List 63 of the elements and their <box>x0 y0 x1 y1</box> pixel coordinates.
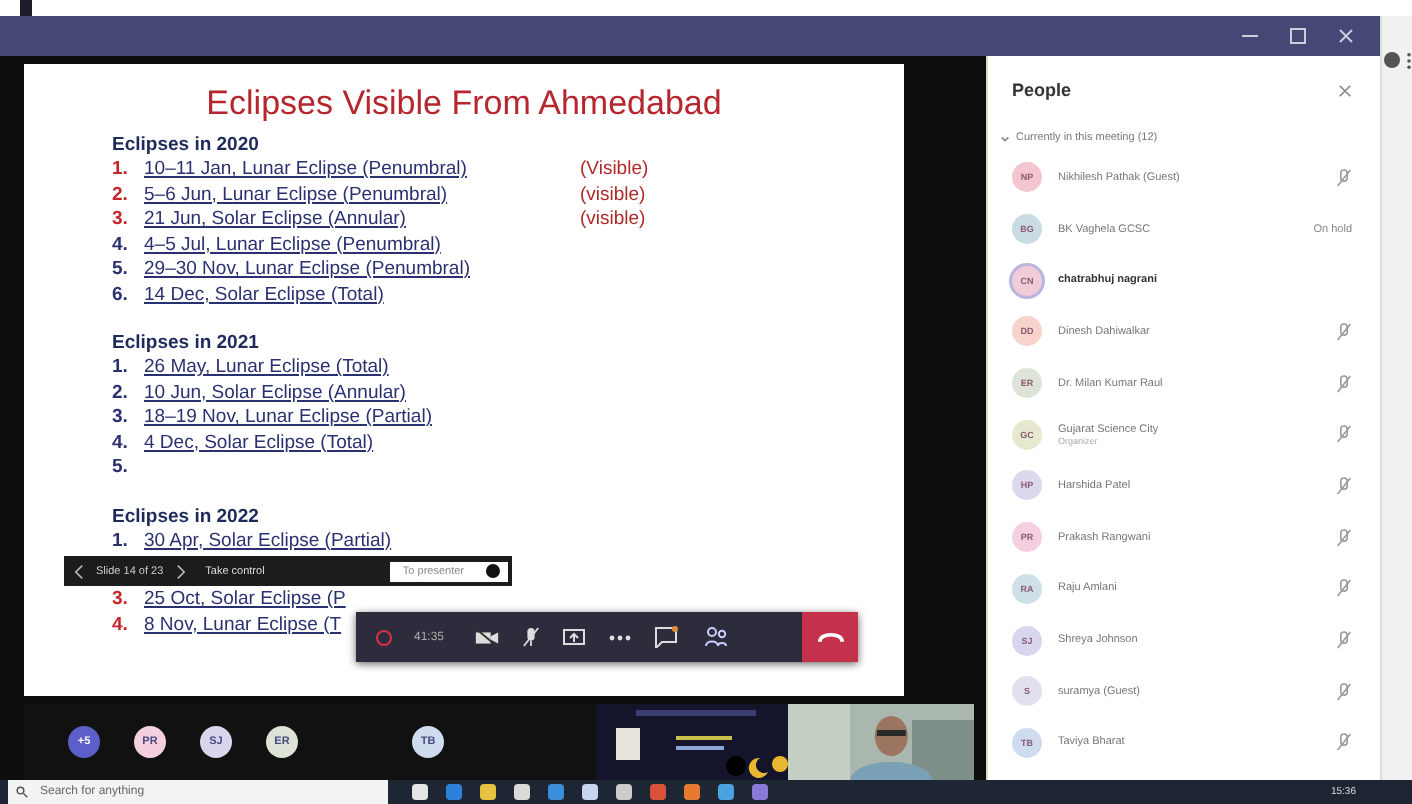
hang-up-button[interactable] <box>802 612 858 662</box>
taskbar-app-icon[interactable] <box>446 784 462 800</box>
list-number: 4. <box>112 233 130 258</box>
list-number: 3. <box>112 406 130 431</box>
previous-icon[interactable] <box>74 563 84 579</box>
next-icon[interactable] <box>175 563 186 579</box>
list-number: 4. <box>112 613 130 638</box>
taskbar-app-icon[interactable] <box>616 784 632 800</box>
more-icon[interactable] <box>1406 52 1412 70</box>
eclipse-link[interactable]: 25 Oct, Solar Eclipse (P <box>144 588 346 613</box>
list-number: 1. <box>112 529 130 554</box>
taskbar-app-icon[interactable] <box>650 784 666 800</box>
list-number: 5. <box>112 258 130 283</box>
taskbar-app-icon[interactable] <box>480 784 496 800</box>
list-number: 1. <box>112 356 130 381</box>
section-heading: Eclipses in 2021 <box>112 332 261 356</box>
eclipse-link[interactable]: 5–6 Jun, Lunar Eclipse (Penumbral) <box>144 183 448 208</box>
chevron-icon[interactable] <box>1000 133 1010 143</box>
people-icon[interactable] <box>704 626 729 648</box>
search-icon <box>16 786 28 798</box>
taskbar-app-icon[interactable] <box>412 784 428 800</box>
taskbar-app-icon[interactable] <box>752 784 768 800</box>
section-heading: Eclipses in 2022 <box>112 505 261 529</box>
taskbar-app-icon[interactable] <box>514 784 530 800</box>
eclipse-link[interactable]: 8 Nov, Lunar Eclipse (T <box>144 613 342 638</box>
list-number: 2. <box>112 183 130 208</box>
chat-icon[interactable] <box>654 626 679 648</box>
eclipse-link[interactable]: 10 Jun, Solar Eclipse (Annular) <box>144 381 406 406</box>
list-number: 1. <box>112 158 130 183</box>
list-number: 4. <box>112 431 130 456</box>
visibility-note: (Visible) <box>580 158 651 183</box>
section-heading: Eclipses in 2020 <box>112 134 261 158</box>
list-number: 6. <box>112 283 130 308</box>
more-icon[interactable] <box>608 633 633 641</box>
taskbar-app-icon[interactable] <box>684 784 700 800</box>
maximize-icon[interactable] <box>1288 26 1308 46</box>
list-number: 3. <box>112 208 130 233</box>
visibility-note: (visible) <box>580 208 648 233</box>
eclipse-link[interactable]: 4 Dec, Solar Eclipse (Total) <box>144 431 374 456</box>
visibility-note: (visible) <box>580 183 648 208</box>
eclipse-link[interactable]: 4–5 Jul, Lunar Eclipse (Penumbral) <box>144 233 441 258</box>
slide-title: Eclipses Visible From Ahmedabad <box>204 84 724 124</box>
eclipse-link[interactable]: 10–11 Jan, Lunar Eclipse (Penumbral) <box>144 158 467 183</box>
list-number: 5. <box>112 456 130 481</box>
eclipse-link[interactable]: 18–19 Nov, Lunar Eclipse (Partial) <box>144 406 432 431</box>
taskbar-app-icon[interactable] <box>718 784 734 800</box>
eclipse-link[interactable]: 14 Dec, Solar Eclipse (Total) <box>144 283 384 308</box>
taskbar-app-icon[interactable] <box>582 784 598 800</box>
eclipse-link[interactable]: 26 May, Lunar Eclipse (Total) <box>144 356 389 381</box>
eclipse-link[interactable]: 30 Apr, Solar Eclipse (Partial) <box>144 529 392 554</box>
panel-title: People <box>1012 80 1072 100</box>
app-mark <box>20 0 32 16</box>
taskbar-app-icon[interactable] <box>548 784 564 800</box>
camera-off-icon[interactable] <box>474 627 501 647</box>
list-number: 2. <box>112 381 130 406</box>
close-icon[interactable] <box>1338 83 1352 97</box>
share-screen-icon[interactable] <box>562 627 587 647</box>
phone-icon <box>817 631 843 643</box>
eclipse-link[interactable]: 21 Jun, Solar Eclipse (Annular) <box>144 208 406 233</box>
eclipse-link[interactable]: 29–30 Nov, Lunar Eclipse (Penumbral) <box>144 258 470 283</box>
list-number: 3. <box>112 588 130 613</box>
avatar-icon[interactable] <box>1384 52 1400 68</box>
close-icon[interactable] <box>1336 26 1356 46</box>
